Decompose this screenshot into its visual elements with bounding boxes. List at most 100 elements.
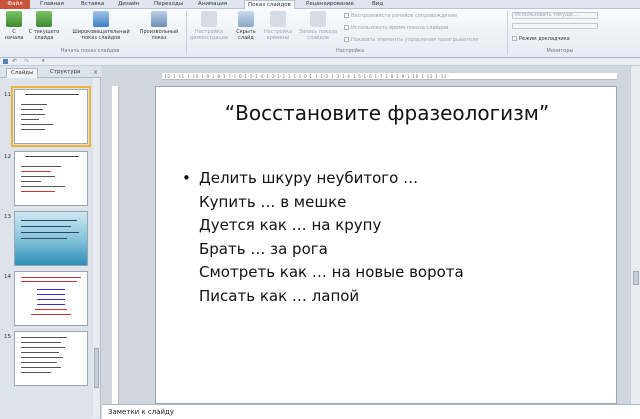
thumb-text-line	[21, 226, 71, 227]
thumb-text-line	[21, 186, 65, 187]
close-panel-icon[interactable]: ×	[93, 69, 98, 76]
thumb-text-line	[21, 342, 61, 343]
thumb-text-line	[21, 232, 79, 233]
custom-show-icon	[151, 11, 167, 27]
record-show-button[interactable]: Запись показа слайдов	[296, 11, 340, 41]
show-controls-checkbox[interactable]: Показать элементы управления проигрывате…	[344, 37, 478, 43]
setup-group-label: Настройка	[335, 48, 365, 54]
thumb-text-line	[21, 362, 57, 363]
from-start-button[interactable]: С начала	[3, 11, 25, 41]
thumb-text-line	[21, 347, 65, 348]
slide-editor: ·12·1·11·1·10·1·9·1·8·1·7·1·6·1·5·1·4·1·…	[102, 66, 640, 404]
slide-line: Дуется как … на крупу	[199, 216, 382, 234]
slide-line: Делить шкуру неубитого …	[199, 169, 419, 187]
horizontal-ruler: ·12·1·11·1·10·1·9·1·8·1·7·1·6·1·5·1·4·1·…	[162, 73, 617, 80]
slide-body[interactable]: • Делить шкуру неубитого … Купить … в ме…	[182, 167, 464, 308]
thumb-title-line	[25, 156, 79, 157]
slide-number: 11	[4, 92, 11, 98]
thumb-text-line	[21, 181, 41, 182]
thumb-text-line	[21, 337, 67, 338]
thumb-text-line	[21, 129, 45, 130]
monitor-select[interactable]: Использовать текуще...	[512, 12, 598, 19]
redo-icon[interactable]: ↷	[24, 58, 29, 65]
thumb-text-line	[21, 238, 67, 239]
hide-slide-button[interactable]: Скрыть слайд	[232, 11, 260, 41]
scrollbar-thumb[interactable]	[94, 348, 99, 388]
slide-line: Брать … за рога	[199, 239, 328, 258]
monitor-select-empty	[512, 23, 598, 29]
broadcast-icon	[93, 11, 109, 27]
tab-outline[interactable]: Структура	[46, 68, 84, 78]
thumb-text-line	[21, 119, 39, 120]
scrollbar-thumb[interactable]	[633, 271, 639, 285]
presenter-view-checkbox[interactable]: Режим докладчика	[512, 36, 570, 42]
tab-slides[interactable]: Слайды	[6, 68, 39, 78]
current-slide[interactable]: “Восстановите фразеологизм” • Делить шку…	[155, 86, 617, 404]
thumb-text-line	[21, 176, 55, 177]
tab-home[interactable]: Главная	[40, 0, 64, 9]
slide-title[interactable]: “Восстановите фразеологизм”	[156, 101, 618, 125]
slide-thumbnail-15[interactable]	[14, 331, 88, 386]
group-separator	[507, 11, 508, 55]
thumb-text-line	[21, 124, 53, 125]
slide-line: Смотреть как … на новые ворота	[199, 263, 464, 281]
slide-thumbnail-13[interactable]	[14, 211, 88, 266]
slide-thumbnail-11[interactable]	[11, 86, 91, 147]
thumb-text-line	[21, 367, 61, 368]
from-current-button[interactable]: С текущего слайда	[27, 11, 61, 41]
thumb-text-line	[21, 281, 77, 282]
thumb-text-line	[37, 299, 65, 300]
thumb-text-line	[21, 104, 47, 105]
thumb-text-line	[21, 191, 55, 192]
bullet: •	[182, 169, 191, 187]
broadcast-button[interactable]: Широковещательный показ слайдов	[66, 11, 136, 41]
ribbon-tab-bar: Файл Главная Вставка Дизайн Переходы Ани…	[0, 0, 640, 10]
save-icon[interactable]	[3, 59, 8, 64]
thumb-title-line	[25, 94, 79, 95]
tab-view[interactable]: Вид	[372, 0, 383, 9]
slides-panel: Слайды Структура × 11 12 13 14 15	[0, 66, 101, 419]
undo-icon[interactable]: ↶	[12, 58, 17, 65]
thumb-text-line	[37, 289, 65, 290]
tab-transitions[interactable]: Переходы	[154, 0, 183, 9]
slideshow-start-icon	[6, 11, 22, 27]
thumb-text-line	[35, 309, 67, 310]
file-tab[interactable]: Файл	[0, 0, 30, 9]
tab-review[interactable]: Рецензирование	[306, 0, 354, 9]
tab-design[interactable]: Дизайн	[118, 0, 139, 9]
vertical-ruler	[112, 86, 119, 404]
ribbon: С начала С текущего слайда Широковещател…	[0, 9, 640, 58]
slides-panel-scrollbar[interactable]	[93, 78, 100, 418]
slide-thumbnail-12[interactable]	[14, 151, 88, 206]
rehearse-timings-button[interactable]: Настройка времени	[262, 11, 294, 41]
group-separator	[186, 11, 187, 55]
slideshow-current-icon	[36, 11, 52, 27]
thumb-text-line	[21, 352, 59, 353]
thumb-text-line	[21, 357, 63, 358]
panel-tabs: Слайды Структура ×	[0, 66, 101, 78]
notes-placeholder: Заметки к слайду	[108, 408, 175, 416]
slide-thumbnail-14[interactable]	[14, 271, 88, 326]
thumb-text-line	[21, 114, 45, 115]
editor-scrollbar[interactable]	[630, 66, 640, 404]
tab-insert[interactable]: Вставка	[81, 0, 104, 9]
hide-slide-icon	[238, 11, 254, 27]
custom-show-button[interactable]: Произвольный показ	[138, 11, 180, 41]
slide-line: Писать как … лапой	[199, 286, 360, 305]
monitors-group-label: Мониторы	[546, 48, 574, 54]
setup-icon	[201, 11, 217, 27]
slide-number: 15	[4, 334, 11, 340]
use-timings-checkbox[interactable]: Использовать время показа слайдов	[344, 25, 448, 31]
setup-show-button[interactable]: Настройка демонстрации	[189, 11, 229, 41]
play-narrations-checkbox[interactable]: Воспроизвести речевое сопровождение	[344, 13, 457, 19]
customize-toolbar-icon[interactable]: ▾	[42, 58, 45, 64]
thumb-text-line	[21, 171, 51, 172]
tab-animation[interactable]: Анимация	[198, 0, 227, 9]
thumb-text-line	[21, 220, 77, 221]
slide-line: Купить … в мешке	[199, 192, 347, 211]
start-group-label: Начать показ слайдов	[60, 48, 120, 54]
slide-number: 14	[4, 274, 11, 280]
notes-pane[interactable]: Заметки к слайду	[102, 404, 640, 419]
slide-number: 12	[4, 154, 11, 160]
timer-icon	[270, 11, 286, 27]
